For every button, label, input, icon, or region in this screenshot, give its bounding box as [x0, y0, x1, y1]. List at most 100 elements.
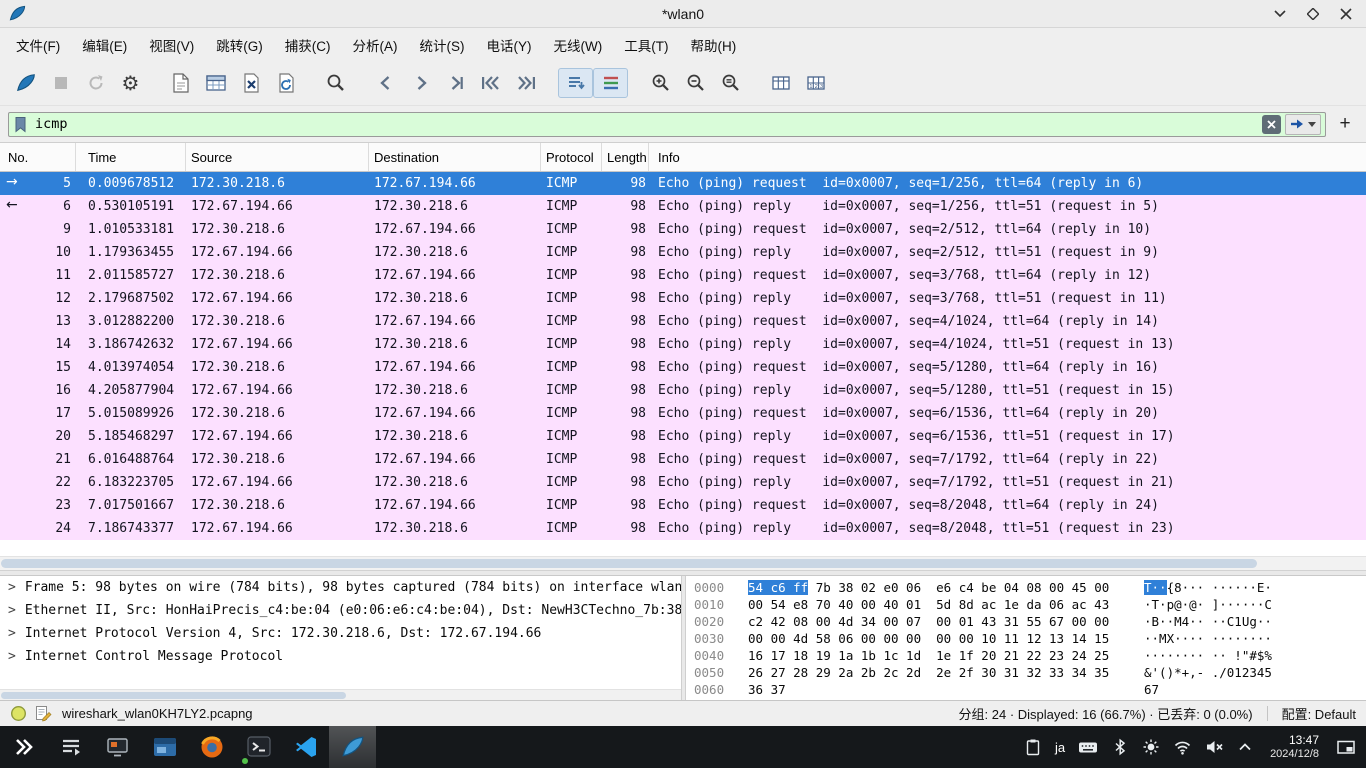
clipboard-icon[interactable] [1024, 738, 1042, 756]
wifi-icon[interactable] [1173, 738, 1192, 756]
close-file-button[interactable] [233, 68, 268, 98]
packet-bytes-pane[interactable]: 000054 c6 ff 7b 38 02 e0 06 e6 c4 be 04 … [686, 576, 1366, 700]
maximize-window-icon[interactable] [1305, 6, 1321, 22]
detail-line[interactable]: >Internet Control Message Protocol [0, 645, 681, 668]
window-titlebar[interactable]: *wlan0 [0, 0, 1366, 28]
find-packet-button[interactable] [318, 68, 353, 98]
capture-options-button[interactable]: ⚙ [113, 68, 148, 98]
chevron-up-icon[interactable] [1237, 740, 1253, 754]
firefox-icon[interactable] [188, 726, 235, 768]
expand-arrow-icon[interactable]: > [8, 603, 16, 618]
capture-comment-icon[interactable] [35, 705, 52, 722]
packet-row[interactable]: 112.011585727172.30.218.6172.67.194.66IC… [0, 264, 1366, 287]
packet-row[interactable]: 143.186742632172.67.194.66172.30.218.6IC… [0, 333, 1366, 356]
display-filter-input[interactable]: icmp [8, 112, 1326, 137]
colorize-button[interactable] [593, 68, 628, 98]
vscode-icon[interactable] [282, 726, 329, 768]
restart-capture-button[interactable] [78, 68, 113, 98]
hex-row[interactable]: 001000 54 e8 70 40 00 40 01 5d 8d ac 1e … [694, 596, 1366, 613]
menu-item[interactable]: 分析(A) [342, 30, 409, 60]
column-header[interactable]: Length [602, 143, 649, 171]
menu-item[interactable]: 帮助(H) [679, 30, 747, 60]
clock[interactable]: 13:47 2024/12/8 [1270, 733, 1319, 761]
menu-item[interactable]: 跳转(G) [205, 30, 274, 60]
stop-capture-button[interactable] [43, 68, 78, 98]
menu-item[interactable]: 捕获(C) [274, 30, 342, 60]
expert-info-icon[interactable] [10, 705, 27, 722]
packet-row[interactable]: 226.183223705172.67.194.66172.30.218.6IC… [0, 471, 1366, 494]
hex-row[interactable]: 003000 00 4d 58 06 00 00 00 00 00 10 11 … [694, 630, 1366, 647]
last-packet-button[interactable] [508, 68, 543, 98]
packet-row[interactable]: 122.179687502172.67.194.66172.30.218.6IC… [0, 287, 1366, 310]
packet-row[interactable]: 175.015089926172.30.218.6172.67.194.66IC… [0, 402, 1366, 425]
reload-file-button[interactable] [268, 68, 303, 98]
column-header[interactable]: Protocol [541, 143, 602, 171]
open-file-button[interactable] [163, 68, 198, 98]
hex-row[interactable]: 0020c2 42 08 00 4d 34 00 07 00 01 43 31 … [694, 613, 1366, 630]
wireshark-taskbar-icon[interactable] [329, 726, 376, 768]
launcher-menu-icon[interactable] [0, 726, 47, 768]
detail-line[interactable]: >Internet Protocol Version 4, Src: 172.3… [0, 622, 681, 645]
zoom-in-button[interactable] [643, 68, 678, 98]
packet-row[interactable]: 247.186743377172.67.194.66172.30.218.6IC… [0, 517, 1366, 540]
packet-row[interactable]: 216.016488764172.30.218.6172.67.194.66IC… [0, 448, 1366, 471]
first-packet-button[interactable] [473, 68, 508, 98]
packet-row[interactable]: 164.205877904172.67.194.66172.30.218.6IC… [0, 379, 1366, 402]
numbered-columns-button[interactable]: 123 [798, 68, 833, 98]
packet-row[interactable]: 205.185468297172.67.194.66172.30.218.6IC… [0, 425, 1366, 448]
packet-row[interactable]: 101.179363455172.67.194.66172.30.218.6IC… [0, 241, 1366, 264]
brightness-icon[interactable] [1142, 738, 1160, 756]
profile-label[interactable]: 配置: Default [1282, 704, 1356, 723]
menu-item[interactable]: 文件(F) [5, 30, 71, 60]
volume-muted-icon[interactable] [1205, 738, 1224, 756]
input-method-indicator[interactable]: ja [1055, 740, 1065, 755]
expand-arrow-icon[interactable]: > [8, 626, 16, 641]
scrollbar-thumb[interactable] [1, 559, 1257, 568]
hex-row[interactable]: 000054 c6 ff 7b 38 02 e0 06 e6 c4 be 04 … [694, 579, 1366, 596]
zoom-reset-button[interactable] [713, 68, 748, 98]
menu-item[interactable]: 视图(V) [138, 30, 205, 60]
menu-item[interactable]: 工具(T) [613, 30, 679, 60]
expand-arrow-icon[interactable]: > [8, 580, 16, 595]
column-header[interactable]: Source [186, 143, 369, 171]
packet-row[interactable]: 91.010533181172.30.218.6172.67.194.66ICM… [0, 218, 1366, 241]
task-list-icon[interactable] [47, 726, 94, 768]
column-header[interactable]: Destination [369, 143, 541, 171]
hex-row[interactable]: 005026 27 28 29 2a 2b 2c 2d 2e 2f 30 31 … [694, 664, 1366, 681]
file-manager-icon[interactable] [141, 726, 188, 768]
auto-scroll-button[interactable] [558, 68, 593, 98]
close-window-icon[interactable] [1338, 6, 1354, 22]
hex-row[interactable]: 004016 17 18 19 1a 1b 1c 1d 1e 1f 20 21 … [694, 647, 1366, 664]
go-back-button[interactable] [368, 68, 403, 98]
packet-row[interactable]: 133.012882200172.30.218.6172.67.194.66IC… [0, 310, 1366, 333]
expand-arrow-icon[interactable]: > [8, 649, 16, 664]
packet-row[interactable]: 237.017501667172.30.218.6172.67.194.66IC… [0, 494, 1366, 517]
go-forward-button[interactable] [403, 68, 438, 98]
menu-item[interactable]: 无线(W) [543, 30, 614, 60]
zoom-out-button[interactable] [678, 68, 713, 98]
packet-details-pane[interactable]: >Frame 5: 98 bytes on wire (784 bits), 9… [0, 576, 681, 700]
packet-row[interactable]: 154.013974054172.30.218.6172.67.194.66IC… [0, 356, 1366, 379]
packet-row[interactable]: →50.009678512172.30.218.6172.67.194.66IC… [0, 172, 1366, 195]
column-header[interactable]: No. [0, 143, 76, 171]
bluetooth-icon[interactable] [1111, 738, 1129, 756]
scrollbar-thumb[interactable] [1, 692, 346, 699]
menu-item[interactable]: 编辑(E) [71, 30, 138, 60]
menu-item[interactable]: 统计(S) [409, 30, 476, 60]
details-hscrollbar[interactable] [0, 689, 681, 700]
shade-window-icon[interactable] [1272, 6, 1288, 22]
keyboard-icon[interactable] [1078, 738, 1098, 756]
workspace-pager-icon[interactable] [1336, 738, 1356, 756]
hex-row[interactable]: 006036 3767 [694, 681, 1366, 698]
start-capture-button[interactable] [8, 68, 43, 98]
filter-bookmark-icon[interactable] [13, 116, 28, 133]
menu-item[interactable]: 电话(Y) [476, 30, 543, 60]
packet-row[interactable]: ←60.530105191172.67.194.66172.30.218.6IC… [0, 195, 1366, 218]
detail-line[interactable]: >Frame 5: 98 bytes on wire (784 bits), 9… [0, 576, 681, 599]
packet-list-hscrollbar[interactable] [0, 556, 1366, 570]
apply-filter-button[interactable] [1285, 114, 1321, 135]
add-filter-button[interactable]: + [1332, 113, 1358, 135]
app-window-icon[interactable] [94, 726, 141, 768]
column-header[interactable]: Info [649, 143, 1366, 171]
packet-list[interactable]: →50.009678512172.30.218.6172.67.194.66IC… [0, 172, 1366, 556]
